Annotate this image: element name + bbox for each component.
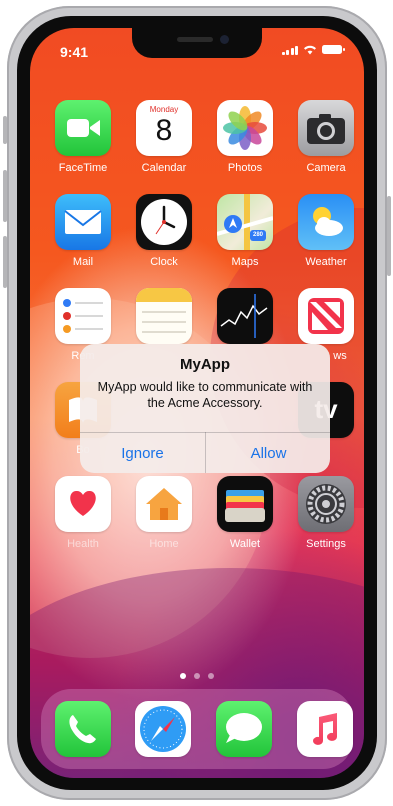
app-label: Camera	[306, 162, 346, 174]
app-label: Wallet	[229, 538, 261, 550]
app-weather[interactable]: Weather	[293, 194, 359, 268]
facetime-icon	[55, 100, 111, 156]
app-home[interactable]: Home	[131, 476, 197, 550]
news-icon	[298, 288, 354, 344]
front-camera	[220, 35, 229, 44]
app-settings[interactable]: Settings	[293, 476, 359, 550]
app-label: Weather	[305, 256, 347, 268]
app-maps[interactable]: 280 Maps	[212, 194, 278, 268]
battery-icon	[322, 45, 345, 54]
calendar-icon: Monday 8	[136, 100, 192, 156]
app-calendar[interactable]: Monday 8 Calendar	[131, 100, 197, 174]
status-time: 9:41	[60, 44, 89, 60]
alert-dialog: MyApp MyApp would like to communicate wi…	[80, 344, 330, 473]
weather-icon	[298, 194, 354, 250]
app-notes[interactable]	[131, 288, 197, 350]
dock	[41, 689, 353, 769]
app-label: Health	[67, 538, 99, 550]
wallet-icon	[217, 476, 273, 532]
health-icon	[55, 476, 111, 532]
calendar-date: 8	[155, 114, 173, 147]
app-health[interactable]: Health	[50, 476, 116, 550]
stocks-icon	[217, 288, 273, 344]
page-indicator[interactable]	[30, 673, 364, 679]
app-label: Home	[149, 538, 179, 550]
camera-icon	[298, 100, 354, 156]
mail-icon	[55, 194, 111, 250]
home-screen: 9:41 FaceTime Monday 8 Calendar Photos C…	[30, 28, 364, 778]
notes-icon	[136, 288, 192, 344]
app-mail[interactable]: Mail	[50, 194, 116, 268]
music-icon[interactable]	[297, 701, 353, 757]
app-wallet[interactable]: Wallet	[212, 476, 278, 550]
phone-icon[interactable]	[55, 701, 111, 757]
photos-icon	[217, 100, 273, 156]
app-clock[interactable]: Clock	[131, 194, 197, 268]
route-badge: 280	[252, 232, 263, 238]
calendar-day: Monday	[149, 105, 179, 114]
alert-message: MyApp would like to communicate with the…	[97, 380, 313, 410]
status-icons	[281, 44, 345, 55]
settings-icon	[298, 476, 354, 532]
messages-icon[interactable]	[216, 701, 272, 757]
app-label: Clock	[150, 256, 178, 268]
alert-title: MyApp	[180, 356, 230, 373]
ignore-button[interactable]: Ignore	[80, 433, 205, 473]
power-button	[387, 196, 391, 276]
page-dot	[194, 673, 200, 679]
app-photos[interactable]: Photos	[212, 100, 278, 174]
app-label: Calendar	[141, 162, 187, 174]
reminders-icon	[55, 288, 111, 344]
volume-down-button	[3, 236, 7, 288]
silent-switch	[3, 116, 7, 144]
app-label: FaceTime	[58, 162, 108, 174]
app-facetime[interactable]: FaceTime	[50, 100, 116, 174]
speaker-grille	[177, 37, 213, 42]
wifi-icon	[304, 45, 316, 55]
allow-button[interactable]: Allow	[206, 433, 330, 473]
app-label: Settings	[306, 538, 346, 550]
safari-icon[interactable]	[135, 701, 191, 757]
app-camera[interactable]: Camera	[293, 100, 359, 174]
app-stocks[interactable]	[212, 288, 278, 350]
app-label: Maps	[231, 256, 259, 268]
clock-icon	[136, 194, 192, 250]
notch	[132, 28, 262, 58]
app-label: Mail	[72, 256, 94, 268]
home-icon	[136, 476, 192, 532]
cellular-signal-icon	[281, 45, 298, 55]
page-dot	[180, 673, 186, 679]
volume-up-button	[3, 170, 7, 222]
app-label: Photos	[227, 162, 263, 174]
maps-icon: 280	[217, 194, 273, 250]
page-dot	[208, 673, 214, 679]
